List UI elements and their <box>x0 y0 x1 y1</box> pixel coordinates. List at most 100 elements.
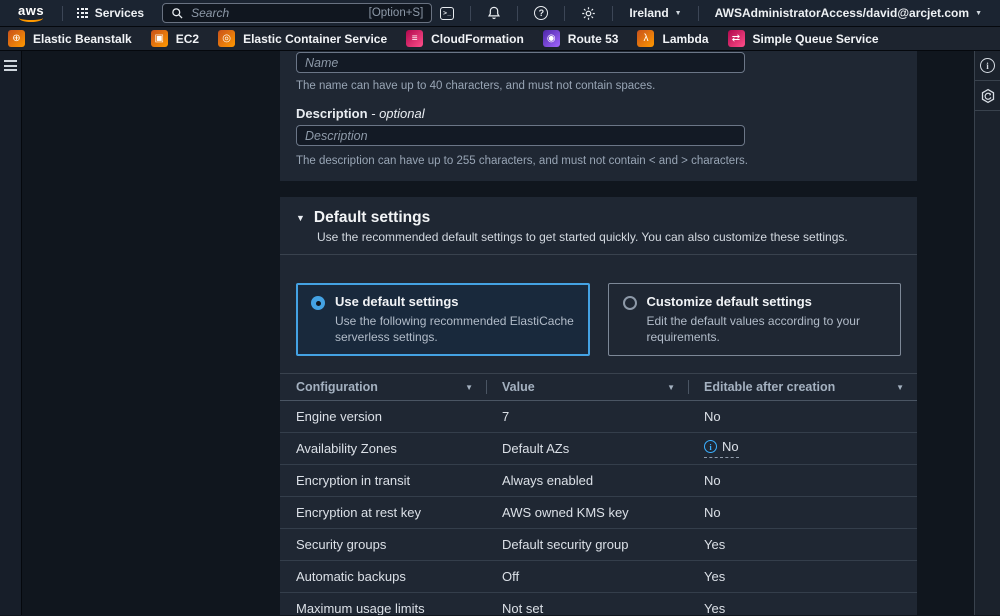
favorite-service-label: EC2 <box>175 31 200 46</box>
info-panel-button[interactable]: i <box>975 51 1000 81</box>
value-cell: Default security group <box>502 537 629 553</box>
info-icon: i <box>704 440 717 454</box>
favorite-service-link[interactable]: ≡ CloudFormation <box>406 30 524 47</box>
account-menu[interactable]: AWSAdministratorAccess/david@arcjet.com … <box>707 6 990 20</box>
favorite-service-link[interactable]: ⇄ Simple Queue Service <box>727 30 879 47</box>
favorite-service-label: Elastic Beanstalk <box>33 31 132 46</box>
default-settings-panel: ▼ Default settings Use the recommended d… <box>280 197 917 615</box>
radio-unselected-icon[interactable] <box>622 296 637 310</box>
table-row: Security groups Default security group i… <box>280 529 917 562</box>
configuration-cell: Engine version <box>296 409 382 425</box>
divider <box>564 5 566 21</box>
radio-selected-icon[interactable] <box>311 296 325 310</box>
column-editable: Editable after creation ▼ <box>688 374 917 400</box>
divider <box>612 5 614 21</box>
value-cell: Not set <box>502 601 544 615</box>
table-row: Encryption in transit Always enabled i N… <box>280 465 917 498</box>
column-configuration: Configuration ▼ <box>296 380 473 395</box>
value-cell: Always enabled <box>502 473 594 489</box>
help-button[interactable]: ? <box>526 6 556 20</box>
global-search[interactable]: [Option+S] <box>162 3 433 23</box>
bell-icon <box>488 6 501 20</box>
filter-icon[interactable]: ▼ <box>667 383 675 392</box>
favorite-service-link[interactable]: ⊕ Elastic Beanstalk <box>8 30 132 47</box>
divider <box>517 5 519 21</box>
option-customize-default-settings[interactable]: Customize default settings Edit the defa… <box>607 283 901 357</box>
option-description: Use the following recommended ElastiCach… <box>335 314 574 345</box>
table-row: Availability Zones Default AZs i No <box>280 433 917 466</box>
editable-cell: i No <box>704 505 721 521</box>
right-toolbar: i <box>974 51 1000 615</box>
filter-icon[interactable]: ▼ <box>465 383 473 392</box>
favorite-service-link[interactable]: ▣ EC2 <box>150 30 200 47</box>
table-row: Maximum usage limits Not set i Yes <box>280 593 917 615</box>
configuration-cell: Encryption at rest key <box>296 505 421 521</box>
name-constraint-text: The name can have up to 40 characters, a… <box>296 80 656 92</box>
notifications-button[interactable] <box>479 6 509 20</box>
option-label: Use default settings <box>335 294 459 309</box>
divider <box>62 5 63 21</box>
favorite-service-label: Simple Queue Service <box>752 31 879 46</box>
favorites-bar: ⊕ Elastic Beanstalk ▣ EC2 ◎ Elastic Cont… <box>0 27 1000 51</box>
top-navigation-bar: aws Services [Option+S] >_ ? <box>0 0 1000 27</box>
favorite-service-link[interactable]: λ Lambda <box>637 30 709 47</box>
account-label: AWSAdministratorAccess/david@arcjet.com <box>714 6 970 20</box>
elastic-beanstalk-icon: ⊕ <box>8 30 25 47</box>
menu-hamburger-icon[interactable] <box>4 60 17 72</box>
editable-info-trigger[interactable]: i No <box>704 439 739 459</box>
ec2-icon: ▣ <box>150 30 168 47</box>
section-description: Use the recommended default settings to … <box>317 230 848 244</box>
configuration-cell: Encryption in transit <box>296 473 411 489</box>
elastic-container-service-icon: ◎ <box>218 30 236 47</box>
description-constraint-text: The description can have up to 255 chara… <box>296 155 748 167</box>
collapse-triangle-icon[interactable]: ▼ <box>296 213 305 223</box>
favorite-service-link[interactable]: ◎ Elastic Container Service <box>218 30 387 47</box>
section-title: Default settings <box>313 209 431 226</box>
favorite-service-link[interactable]: ◉ Route 53 <box>542 30 619 47</box>
configuration-cell: Automatic backups <box>296 569 406 585</box>
services-menu-button[interactable]: Services <box>71 6 150 20</box>
value-cell: Default AZs <box>502 441 570 457</box>
editable-cell: i Yes <box>704 537 726 553</box>
filter-icon[interactable]: ▼ <box>896 383 904 392</box>
favorite-service-label: Route 53 <box>567 31 619 46</box>
gear-icon <box>582 6 596 20</box>
configuration-cell: Availability Zones <box>296 441 397 457</box>
editable-cell: i No <box>704 409 721 425</box>
table-row: Automatic backups Off i Yes <box>280 561 917 594</box>
cloudshell-button[interactable]: >_ <box>432 6 462 20</box>
value-cell: 7 <box>502 409 510 425</box>
hexagon-panel-button[interactable] <box>975 81 1000 111</box>
favorite-service-label: Lambda <box>662 31 709 46</box>
table-header: Configuration ▼ Value ▼ Editable after c… <box>280 373 917 402</box>
option-use-default-settings[interactable]: Use default settings Use the following r… <box>296 283 590 357</box>
default-settings-header: ▼ Default settings Use the recommended d… <box>280 197 917 255</box>
settings-button[interactable] <box>573 6 604 21</box>
table-row: Engine version 7 i No <box>280 401 917 434</box>
aws-logo[interactable]: aws <box>8 4 54 22</box>
option-description: Edit the default values according to you… <box>646 314 860 345</box>
editable-cell: i Yes <box>704 601 726 615</box>
services-label: Services <box>94 6 145 20</box>
route53-icon: ◉ <box>542 30 560 47</box>
search-input[interactable] <box>191 6 362 20</box>
default-settings-options: Use default settings Use the following r… <box>296 283 901 357</box>
editable-cell: i Yes <box>704 569 726 585</box>
aws-smile-icon <box>19 14 44 22</box>
favorite-service-label: Elastic Container Service <box>243 31 388 46</box>
editable-cell: i No <box>688 439 917 459</box>
value-cell: Off <box>502 569 520 585</box>
region-selector[interactable]: Ireland ▼ <box>621 6 689 20</box>
chevron-down-icon: ▼ <box>975 9 982 17</box>
question-icon: ? <box>534 6 549 20</box>
lambda-icon: λ <box>637 30 655 47</box>
sqs-icon: ⇄ <box>727 30 745 47</box>
default-settings-table: Configuration ▼ Value ▼ Editable after c… <box>280 373 917 615</box>
chevron-down-icon: ▼ <box>674 9 682 17</box>
column-value: Value ▼ <box>486 374 688 400</box>
favorite-service-label: CloudFormation <box>431 31 524 46</box>
name-input[interactable] <box>296 52 745 73</box>
main-content: The name can have up to 40 characters, a… <box>22 51 974 615</box>
left-sidebar-collapsed <box>0 51 22 615</box>
description-input[interactable] <box>296 125 745 146</box>
